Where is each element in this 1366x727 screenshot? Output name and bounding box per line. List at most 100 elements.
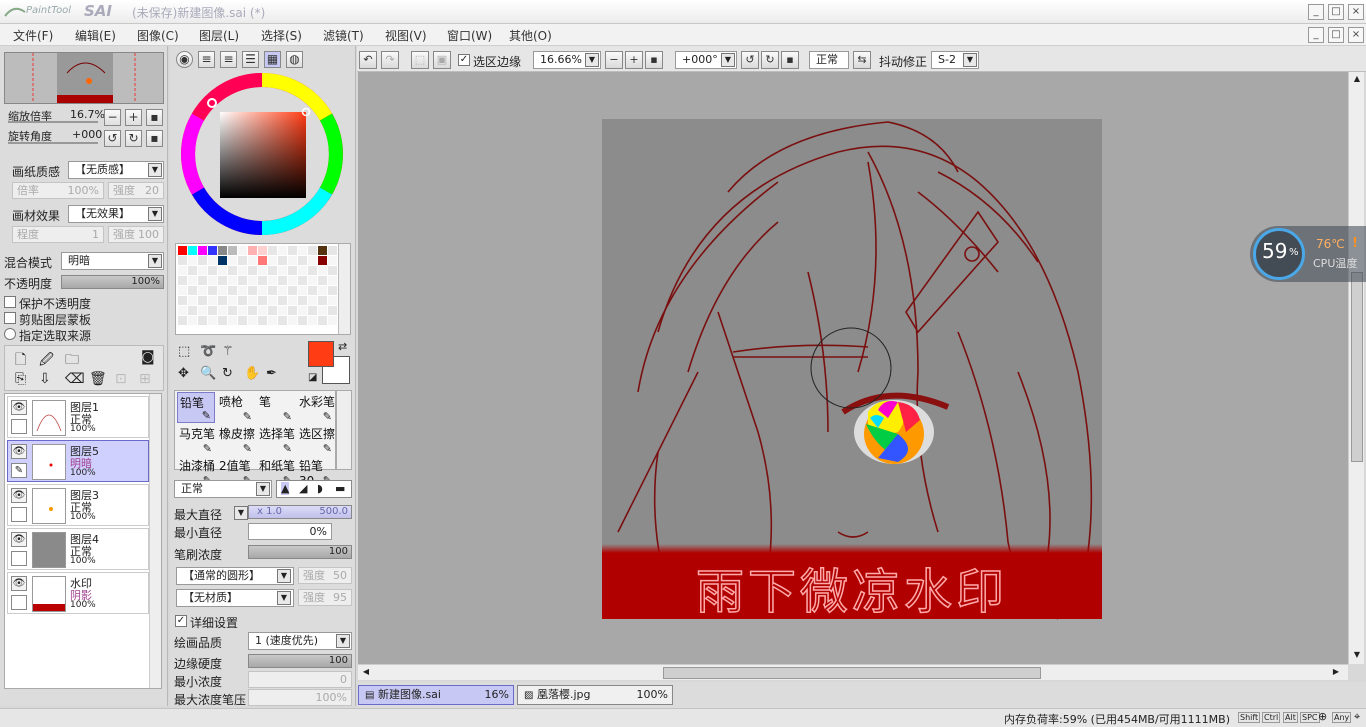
swatch-cell[interactable] (318, 266, 327, 275)
swatch-cell[interactable] (198, 306, 207, 315)
swatch-cell[interactable] (288, 246, 297, 255)
vertical-scroll-thumb[interactable] (1351, 272, 1363, 462)
swatch-cell[interactable] (218, 316, 227, 325)
swatch-cell[interactable] (288, 316, 297, 325)
primary-color-chip[interactable] (308, 341, 334, 367)
effect-degree-field[interactable]: 程度 1 (12, 226, 104, 243)
zoom-reset-button[interactable]: ▪ (146, 109, 163, 126)
swatch-cell[interactable] (248, 286, 257, 295)
swatch-cell[interactable] (198, 296, 207, 305)
menu-edit[interactable]: 编辑(E) (75, 27, 116, 44)
swatch-cell[interactable] (208, 276, 217, 285)
cpu-widget[interactable]: 59 % 76℃ ! CPU温度 (1250, 226, 1366, 282)
menu-other[interactable]: 其他(O) (509, 27, 552, 44)
copy-layer-icon[interactable]: ⎘ (15, 371, 26, 387)
rotate-left-button[interactable]: ↺ (104, 130, 121, 147)
swatch-cell[interactable] (278, 306, 287, 315)
swatch-cell[interactable] (308, 286, 317, 295)
swatch-cell[interactable] (178, 306, 187, 315)
swatch-cell[interactable] (238, 316, 247, 325)
hand-icon[interactable]: ✋ (244, 366, 260, 381)
swatch-cell[interactable] (238, 306, 247, 315)
swatch-cell[interactable] (188, 266, 197, 275)
swatch-cell[interactable] (248, 316, 257, 325)
chevron-down-icon[interactable]: ▼ (256, 482, 270, 496)
rotate-slider[interactable] (8, 142, 98, 144)
menu-layer[interactable]: 图层(L) (199, 27, 239, 44)
eyedropper-icon[interactable]: ✒ (266, 366, 277, 381)
tab-image-file[interactable]: ▨ 凰落樱.jpg 100% (517, 685, 673, 705)
swatch-cell[interactable] (218, 286, 227, 295)
swatch-cell[interactable] (178, 276, 187, 285)
swatch-cell[interactable] (268, 316, 277, 325)
max-size-slider[interactable]: x 1.0 500.0 (248, 505, 352, 519)
transparent-color-icon[interactable]: ◪ (308, 372, 317, 383)
minimize-button[interactable]: _ (1308, 4, 1324, 20)
layer-item[interactable]: 👁 图层1 正常 100% (7, 396, 149, 438)
hsv-slider-mode-icon[interactable]: ≡ (220, 51, 237, 68)
tool-grid-scrollbar[interactable] (336, 390, 352, 470)
rect-select-icon[interactable]: ⬚ (178, 344, 190, 359)
swatch-cell[interactable] (308, 316, 317, 325)
rotate-icon[interactable]: ↻ (222, 366, 233, 381)
swatch-cell[interactable] (268, 276, 277, 285)
delete-layer-icon[interactable]: 🗑 (89, 371, 107, 387)
chevron-down-icon[interactable]: ▼ (148, 163, 162, 177)
eye-icon[interactable]: 👁 (11, 576, 27, 591)
scroll-up-icon[interactable]: ▲ (1351, 74, 1363, 86)
swatch-cell[interactable] (238, 286, 247, 295)
swatch-mode-icon[interactable]: ▦ (264, 51, 281, 68)
rgb-slider-mode-icon[interactable]: ≡ (198, 51, 215, 68)
swatch-cell[interactable] (248, 276, 257, 285)
swatch-cell[interactable] (278, 246, 287, 255)
swatch-cell[interactable] (318, 296, 327, 305)
zoom-out-button[interactable]: − (104, 109, 121, 126)
selection-source-radio[interactable] (4, 328, 16, 340)
layer-mask-icon[interactable]: ◙ (141, 349, 155, 365)
menu-filter[interactable]: 滤镜(T) (323, 27, 364, 44)
tool-item[interactable]: 水彩笔 ✎ (297, 392, 335, 423)
tab-new-image[interactable]: ▤ 新建图像.sai 16% (358, 685, 514, 705)
brush-shape-buttons[interactable]: ▲ ◢ ◗ ▬ (276, 480, 352, 498)
color-swatch[interactable] (198, 246, 207, 255)
swatch-cell[interactable] (228, 276, 237, 285)
horizontal-scrollbar[interactable]: ◀ ▶ (358, 664, 1348, 680)
min-size-field[interactable]: 0% (248, 523, 332, 540)
color-swatch[interactable] (218, 256, 227, 265)
canvas-zoom-reset-button[interactable]: ▪ (645, 51, 663, 69)
color-swatch[interactable] (258, 256, 267, 265)
swatch-cell[interactable] (328, 316, 337, 325)
chevron-down-icon[interactable]: ▼ (148, 207, 162, 221)
swatch-cell[interactable] (328, 256, 337, 265)
horizontal-scroll-thumb[interactable] (663, 667, 1041, 679)
swatch-cell[interactable] (248, 296, 257, 305)
swatch-cell[interactable] (178, 286, 187, 295)
swatch-cell[interactable] (268, 296, 277, 305)
swatch-cell[interactable] (208, 266, 217, 275)
swatch-cell[interactable] (298, 246, 307, 255)
swatch-cell[interactable] (198, 316, 207, 325)
color-swatch[interactable] (258, 246, 267, 255)
swatch-cell[interactable] (188, 256, 197, 265)
color-wheel[interactable] (176, 70, 348, 240)
chevron-down-icon[interactable]: ▼ (721, 53, 735, 67)
max-pressure-field[interactable]: 100% (248, 689, 352, 706)
shape-strength-field[interactable]: 强度 50 (298, 567, 352, 584)
chevron-down-icon[interactable]: ▼ (277, 591, 291, 605)
swatch-cell[interactable] (258, 296, 267, 305)
shape-sharp-icon[interactable]: ▲ (281, 482, 290, 495)
swatch-cell[interactable] (288, 276, 297, 285)
canvas-rotate-right-button[interactable]: ↻ (761, 51, 779, 69)
tool-item[interactable]: 橡皮擦 ✎ (217, 424, 255, 455)
density-slider[interactable]: 100 (248, 545, 352, 559)
mixer-mode-icon[interactable]: ☰ (242, 51, 259, 68)
swatch-cell[interactable] (198, 256, 207, 265)
swatch-cell[interactable] (328, 266, 337, 275)
swatch-cell[interactable] (288, 306, 297, 315)
swatch-cell[interactable] (308, 276, 317, 285)
detail-settings-checkbox[interactable]: ✓ (175, 615, 187, 627)
canvas-blend-button[interactable]: 正常 (809, 51, 849, 69)
swatch-cell[interactable] (238, 256, 247, 265)
swatch-cell[interactable] (188, 316, 197, 325)
flip-canvas-button[interactable]: ⇆ (853, 51, 871, 69)
